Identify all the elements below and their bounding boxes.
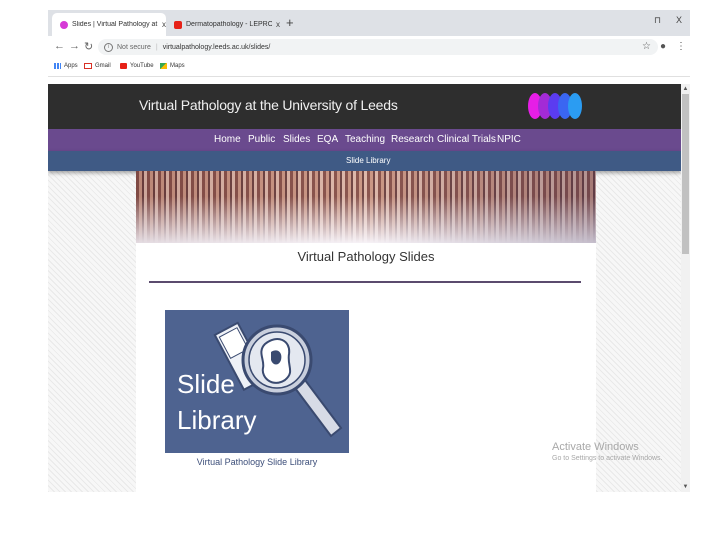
tile-caption[interactable]: Virtual Pathology Slide Library [165, 457, 349, 467]
nav-item-research[interactable]: Research [391, 134, 434, 145]
bookmark-label: YouTube [130, 63, 154, 69]
bookmark-label: Apps [64, 63, 78, 69]
browser-chrome: Slides | Virtual Pathology at the U x De… [48, 10, 690, 84]
scroll-up-icon[interactable]: ▲ [681, 84, 690, 94]
watermark-title: Activate Windows [552, 441, 639, 453]
address-bar[interactable]: i Not secure | virtualpathology.leeds.ac… [98, 39, 658, 55]
menu-icon[interactable]: ⋮ [676, 41, 686, 52]
security-label: Not secure [117, 43, 151, 51]
scroll-thumb[interactable] [682, 94, 689, 254]
tab-slides[interactable]: Slides | Virtual Pathology at the U x [52, 13, 166, 36]
content-panel: Virtual Pathology Slides Slide Library V… [136, 171, 596, 492]
vertical-scrollbar[interactable]: ▲ ▼ [681, 84, 690, 492]
youtube-favicon-icon [174, 20, 182, 29]
youtube-icon [120, 63, 127, 69]
slide-library-tile[interactable]: Slide Library [165, 310, 349, 453]
scroll-down-icon[interactable]: ▼ [681, 482, 690, 492]
tab-title: Slides | Virtual Pathology at the U [72, 21, 158, 28]
nav-item-npic[interactable]: NPIC [497, 134, 521, 145]
divider [149, 281, 581, 283]
nav-item-slides[interactable]: Slides [283, 134, 310, 145]
bookmark-youtube[interactable]: YouTube [120, 63, 154, 69]
reload-button[interactable]: ↻ [84, 40, 93, 53]
tab-dermatopathology[interactable]: Dermatopathology - LEPROSY - x [166, 13, 280, 36]
main-nav: Home Public Slides EQA Teaching Research… [48, 129, 681, 151]
bookmarks-bar: Apps Gmail YouTube Maps [48, 58, 690, 77]
page-title: Virtual Pathology Slides [297, 249, 435, 264]
banner-image [136, 171, 596, 243]
new-tab-button[interactable]: + [286, 15, 294, 30]
apps-icon [54, 63, 61, 69]
star-icon[interactable]: ☆ [642, 41, 651, 52]
url-text[interactable]: virtualpathology.leeds.ac.uk/slides/ [163, 44, 271, 51]
nav-item-teaching[interactable]: Teaching [345, 134, 385, 145]
gmail-icon [84, 63, 92, 69]
nav-item-clinical-trials[interactable]: Clinical Trials [437, 134, 496, 145]
nav-item-eqa[interactable]: EQA [317, 134, 338, 145]
info-icon[interactable]: i [104, 42, 113, 52]
bookmark-label: Maps [170, 63, 185, 69]
tab-strip: Slides | Virtual Pathology at the U x De… [48, 10, 690, 36]
page-viewport: Virtual Pathology at the University of L… [48, 84, 681, 492]
nav-item-public[interactable]: Public [248, 134, 275, 145]
banner-overlay [136, 171, 596, 243]
bookmark-label: Gmail [95, 63, 111, 69]
sub-nav: Slide Library [48, 151, 681, 171]
bookmark-maps[interactable]: Maps [160, 63, 185, 69]
leeds-logo-icon[interactable] [528, 93, 590, 119]
account-icon[interactable]: ● [660, 41, 666, 52]
site-title[interactable]: Virtual Pathology at the University of L… [139, 97, 398, 113]
forward-button[interactable]: → [69, 40, 80, 52]
maps-icon [160, 63, 167, 69]
activate-windows-watermark: Activate Windows Go to Settings to activ… [552, 441, 663, 462]
logo-segment [568, 93, 582, 119]
browser-toolbar: ← → ↻ i Not secure | virtualpathology.le… [48, 36, 690, 58]
back-button[interactable]: ← [54, 40, 65, 52]
subnav-item-slide-library[interactable]: Slide Library [346, 156, 390, 165]
bookmark-gmail[interactable]: Gmail [84, 63, 111, 69]
close-tab-icon[interactable]: x [276, 20, 280, 29]
minimize-button[interactable]: ⊓ [654, 15, 661, 26]
site-header: Virtual Pathology at the University of L… [48, 84, 681, 129]
tile-label: Slide Library [177, 369, 257, 435]
close-window-button[interactable]: X [676, 15, 682, 25]
bookmark-apps[interactable]: Apps [54, 63, 78, 69]
divider: | [155, 43, 158, 51]
watermark-subtitle: Go to Settings to activate Windows. [552, 455, 663, 462]
tab-title: Dermatopathology - LEPROSY - [186, 21, 272, 28]
slides-favicon-icon [60, 20, 68, 29]
nav-item-home[interactable]: Home [214, 134, 241, 145]
